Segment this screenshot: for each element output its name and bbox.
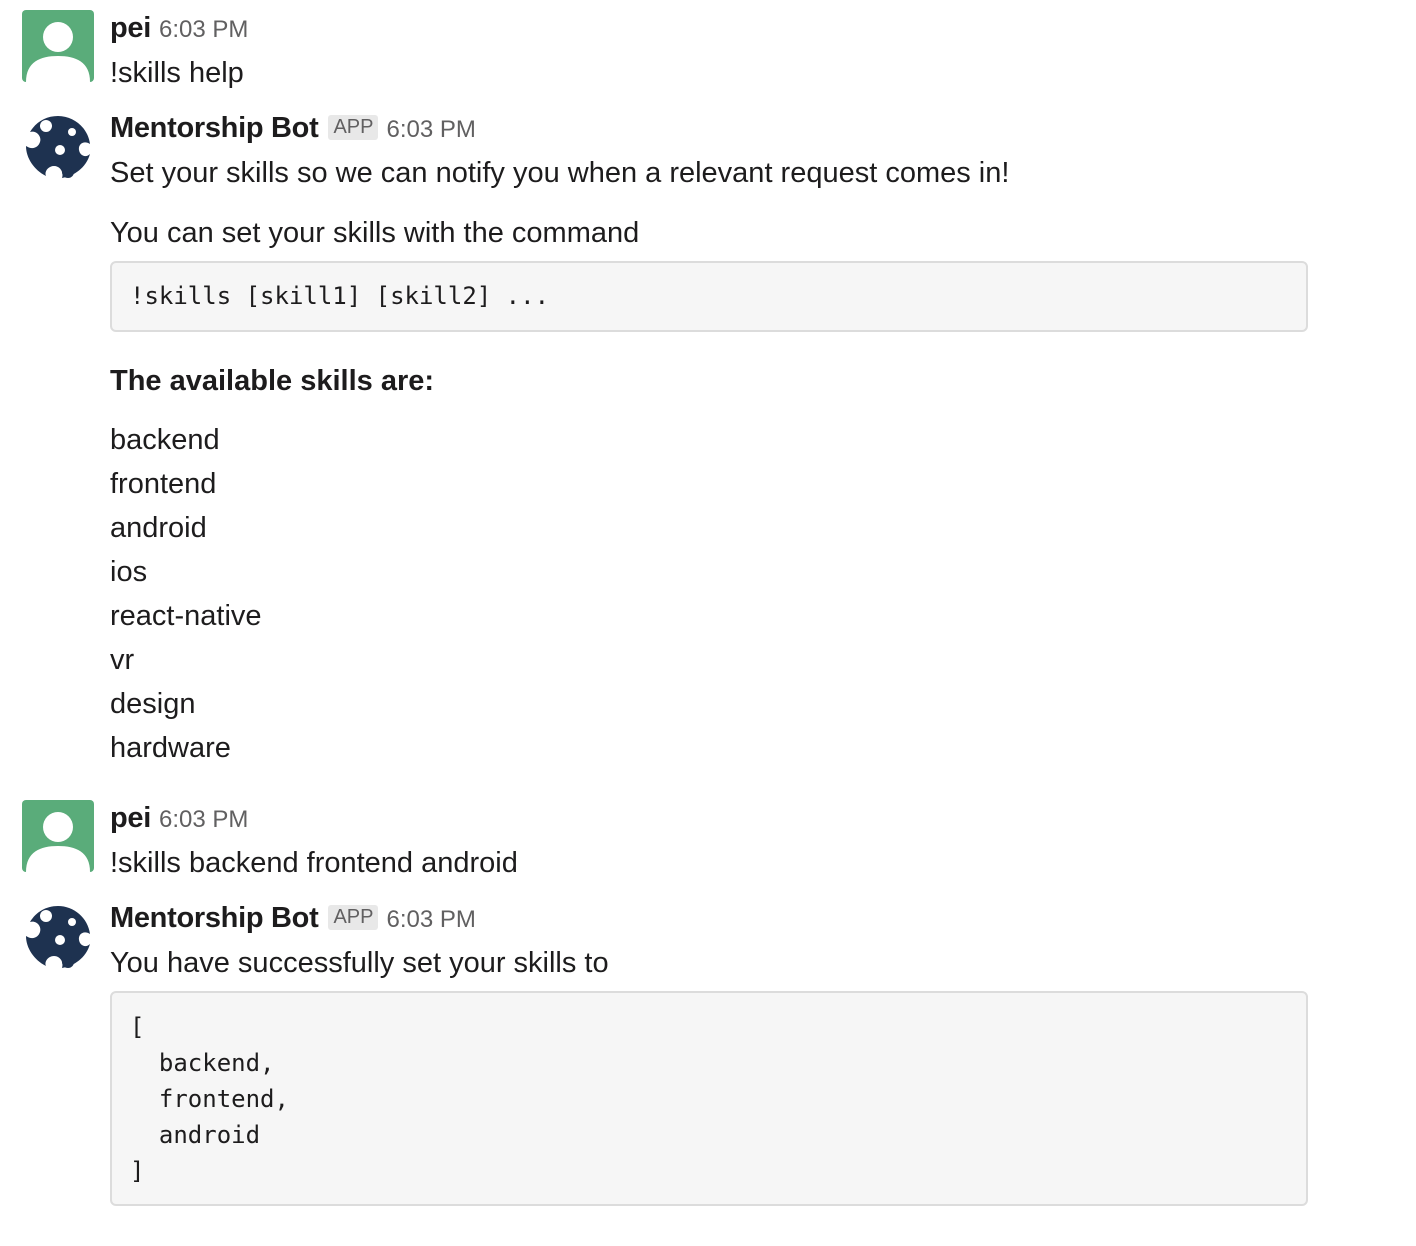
code-line: [ [130,1013,145,1041]
skill-list: backend frontend android ios react-nativ… [110,418,262,770]
message-timestamp[interactable]: 6:03 PM [386,906,475,934]
sender-name[interactable]: pei [110,12,151,45]
sender-name[interactable]: Mentorship Bot [110,112,319,145]
message-text: You have successfully set your skills to [110,947,609,979]
skill-item: frontend [110,468,217,500]
app-badge: APP [328,905,379,930]
bot-avatar-icon[interactable] [22,110,94,182]
skill-item: ios [110,556,148,588]
code-line: android [130,1121,261,1149]
user-avatar-icon[interactable] [22,10,94,82]
user-avatar-icon[interactable] [22,800,94,872]
message-timestamp[interactable]: 6:03 PM [159,16,248,44]
message-timestamp[interactable]: 6:03 PM [386,116,475,144]
sender-name[interactable]: Mentorship Bot [110,902,319,935]
skill-item: hardware [110,732,231,764]
message-text: Set your skills so we can notify you whe… [110,157,1010,189]
code-block: !skills [skill1] [skill2] ... [110,261,1308,332]
skills-heading: The available skills are: [110,365,435,397]
skill-item: vr [110,644,135,676]
code-text: !skills [skill1] [skill2] ... [130,282,550,310]
sender-name[interactable]: pei [110,802,151,835]
message-text: You can set your skills with the command [110,217,640,249]
code-block: [ backend, frontend, android] [110,991,1308,1206]
app-badge: APP [328,115,379,140]
code-line: ] [130,1157,145,1185]
skill-item: design [110,688,196,720]
skill-item: react-native [110,600,262,632]
skill-item: backend [110,424,220,456]
code-line: frontend, [130,1085,289,1113]
message-text: !skills help [110,57,244,89]
code-line: backend, [130,1049,275,1077]
message-timestamp[interactable]: 6:03 PM [159,806,248,834]
skill-item: android [110,512,207,544]
message-text: !skills backend frontend android [110,847,518,879]
bot-avatar-icon[interactable] [22,900,94,972]
